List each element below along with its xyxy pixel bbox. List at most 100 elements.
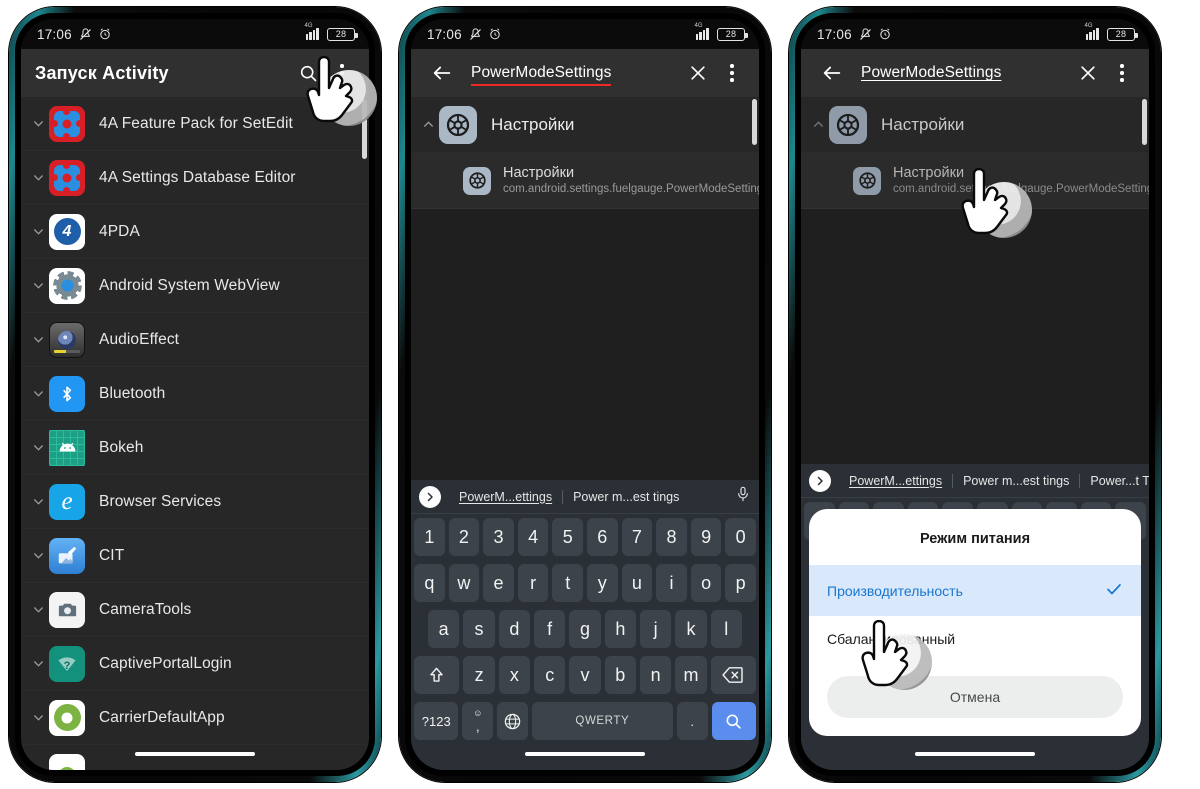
list-item[interactable]: e Browser Services: [21, 475, 369, 529]
scrollbar-thumb[interactable]: [362, 99, 367, 159]
key-e[interactable]: e: [483, 564, 514, 602]
chevron-down-icon[interactable]: [27, 711, 49, 724]
globe-icon[interactable]: [497, 702, 528, 740]
list-item[interactable]: [21, 745, 369, 770]
key-s[interactable]: s: [463, 610, 495, 648]
period-key[interactable]: .: [676, 702, 708, 740]
scrollbar-thumb[interactable]: [752, 99, 757, 145]
chevron-down-icon[interactable]: [27, 387, 49, 400]
key-9[interactable]: 9: [690, 518, 722, 556]
suggestion-bar[interactable]: PowerM...ettings Power m...est tings: [411, 480, 759, 514]
key-8[interactable]: 8: [656, 518, 687, 556]
chevron-down-icon[interactable]: [27, 333, 49, 346]
chevron-right-icon[interactable]: [419, 485, 441, 508]
chevron-down-icon[interactable]: [27, 603, 49, 616]
key-2[interactable]: 2: [448, 518, 480, 556]
key-l[interactable]: l: [710, 610, 742, 648]
back-arrow-icon[interactable]: [425, 56, 459, 90]
activity-list[interactable]: 4A Feature Pack for SetEdit 4A Settings …: [21, 97, 369, 770]
microphone-icon[interactable]: [727, 485, 751, 508]
gesture-nav-bar[interactable]: [915, 752, 1035, 756]
search-input[interactable]: PowerModeSettings: [471, 64, 612, 86]
list-item[interactable]: AudioEffect: [21, 313, 369, 367]
chevron-up-icon[interactable]: [417, 118, 439, 131]
close-icon[interactable]: [681, 56, 715, 90]
search-result-item[interactable]: Настройки com.android.settings.fuelgauge…: [411, 153, 759, 209]
list-item[interactable]: Android System WebView: [21, 259, 369, 313]
dialog-option-performance[interactable]: Производительность: [809, 565, 1141, 616]
chevron-down-icon[interactable]: [27, 225, 49, 238]
key-c[interactable]: c: [534, 656, 566, 694]
gesture-nav-bar[interactable]: [135, 752, 255, 756]
key-y[interactable]: y: [587, 564, 618, 602]
suggestion-chip[interactable]: Power m...est tings: [562, 489, 689, 504]
list-item[interactable]: ? CaptivePortalLogin: [21, 637, 369, 691]
key-o[interactable]: o: [690, 564, 722, 602]
key-z[interactable]: z: [463, 656, 495, 694]
list-item[interactable]: 4 4PDA: [21, 205, 369, 259]
chevron-down-icon[interactable]: [27, 441, 49, 454]
list-item[interactable]: Bluetooth: [21, 367, 369, 421]
cancel-button[interactable]: Отмена: [827, 676, 1123, 718]
key-m[interactable]: m: [675, 656, 707, 694]
chevron-down-icon[interactable]: [27, 171, 49, 184]
key-w[interactable]: w: [448, 564, 480, 602]
list-item[interactable]: CarrierDefaultApp: [21, 691, 369, 745]
key-a[interactable]: a: [428, 610, 460, 648]
key-b[interactable]: b: [604, 656, 636, 694]
key-h[interactable]: h: [604, 610, 636, 648]
symbols-key[interactable]: ?123: [414, 702, 459, 740]
keyboard-row-numbers[interactable]: 1 2 3 4 5 6 7 8 9 0: [411, 514, 759, 560]
chevron-down-icon[interactable]: [27, 117, 49, 130]
key-q[interactable]: q: [414, 564, 445, 602]
list-item[interactable]: 4A Settings Database Editor: [21, 151, 369, 205]
chevron-down-icon[interactable]: [27, 495, 49, 508]
key-1[interactable]: 1: [414, 518, 445, 556]
chevron-down-icon[interactable]: [27, 549, 49, 562]
key-x[interactable]: x: [498, 656, 531, 694]
result-group-header[interactable]: Настройки: [411, 97, 759, 153]
on-screen-keyboard[interactable]: PowerM...ettings Power m...est tings 1 2…: [411, 480, 759, 770]
keyboard-row-function[interactable]: ?123 ☺ , QWERTY .: [411, 698, 759, 744]
space-key[interactable]: QWERTY: [531, 702, 673, 740]
chevron-down-icon[interactable]: [27, 765, 49, 770]
keyboard-row-top[interactable]: q w e r t y u i o p: [411, 560, 759, 606]
chevron-down-icon[interactable]: [27, 279, 49, 292]
gesture-nav-bar[interactable]: [525, 752, 645, 756]
keyboard-row-home[interactable]: a s d f g h j k l: [411, 606, 759, 652]
key-n[interactable]: n: [639, 656, 672, 694]
key-i[interactable]: i: [656, 564, 687, 602]
key-k[interactable]: k: [675, 610, 707, 648]
search-results-list[interactable]: Настройки Настройки com.android.settings…: [411, 97, 759, 480]
key-t[interactable]: t: [552, 564, 583, 602]
key-7[interactable]: 7: [621, 518, 653, 556]
backspace-icon[interactable]: [710, 656, 756, 694]
suggestion-chip[interactable]: PowerM...ettings: [449, 490, 562, 504]
key-p[interactable]: p: [725, 564, 756, 602]
key-6[interactable]: 6: [587, 518, 618, 556]
key-f[interactable]: f: [534, 610, 566, 648]
list-item[interactable]: CameraTools: [21, 583, 369, 637]
key-4[interactable]: 4: [517, 518, 549, 556]
list-item[interactable]: CIT: [21, 529, 369, 583]
key-u[interactable]: u: [621, 564, 653, 602]
comma-key[interactable]: ☺ ,: [462, 702, 494, 740]
overflow-menu-icon[interactable]: [325, 56, 359, 90]
key-g[interactable]: g: [569, 610, 601, 648]
dialog-option-balanced[interactable]: Сбалансированный: [809, 616, 1141, 662]
chevron-down-icon[interactable]: [27, 657, 49, 670]
list-item[interactable]: 4A Feature Pack for SetEdit: [21, 97, 369, 151]
key-j[interactable]: j: [639, 610, 672, 648]
key-d[interactable]: d: [498, 610, 530, 648]
key-3[interactable]: 3: [483, 518, 514, 556]
key-v[interactable]: v: [569, 656, 601, 694]
key-5[interactable]: 5: [552, 518, 583, 556]
overflow-menu-icon[interactable]: [715, 56, 749, 90]
list-item[interactable]: Bokeh: [21, 421, 369, 475]
keyboard-row-bottom[interactable]: z x c v b n m: [411, 652, 759, 698]
shift-icon[interactable]: [414, 656, 460, 694]
key-0[interactable]: 0: [725, 518, 756, 556]
key-r[interactable]: r: [517, 564, 549, 602]
search-icon[interactable]: [291, 56, 325, 90]
search-icon[interactable]: [711, 702, 757, 740]
